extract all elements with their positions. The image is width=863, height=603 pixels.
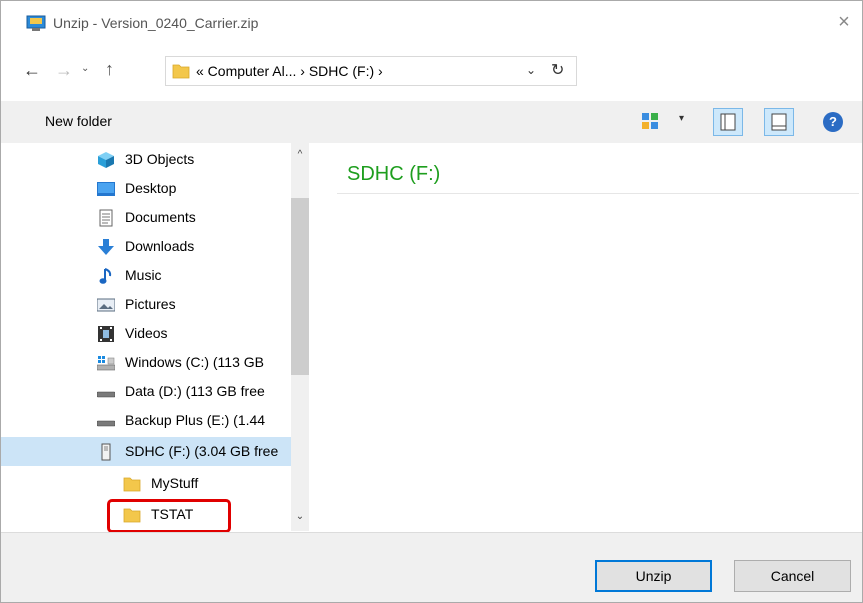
windows-drive-icon [97,356,115,371]
tree-item-label: Windows (C:) (113 GB [125,354,264,370]
content-heading: SDHC (F:) [347,163,441,185]
tree-item-label: SDHC (F:) (3.04 GB free [125,443,279,459]
scroll-up-icon[interactable]: ^ [291,149,309,160]
tree-item-mystuff[interactable]: MyStuff [1,469,291,498]
tree-item-label: Music [125,267,162,283]
address-bar[interactable]: « Computer Al... › SDHC (F:) › ⌄ ↻ [165,56,577,86]
tree-item-pictures[interactable]: Pictures [1,290,291,319]
preview-pane-icon [771,113,787,131]
heading-divider [337,193,859,194]
back-button[interactable]: ← [23,60,41,81]
tree-scrollbar[interactable]: ^ ⌄ [291,143,309,531]
unzip-button[interactable]: Unzip [595,560,712,592]
scrollbar-thumb[interactable] [291,198,309,375]
new-folder-button[interactable]: New folder [45,113,112,129]
up-button[interactable]: ↑ [105,59,114,80]
address-path[interactable]: « Computer Al... › SDHC (F:) › [196,63,383,79]
music-icon [99,268,112,284]
recent-locations-chevron-icon[interactable]: ⌄ [81,63,89,74]
navigation-pane-icon [720,113,736,131]
videos-icon [98,326,114,342]
desktop-icon [97,182,115,196]
cube-icon [98,152,114,168]
download-icon [98,239,114,255]
cancel-button[interactable]: Cancel [734,560,851,592]
toolbar: New folder ▾ ? [1,101,862,143]
drive-icon [97,391,115,398]
tree-item-label: MyStuff [151,475,199,491]
tree-item-label: Data (D:) (113 GB free [125,383,265,399]
navigation-bar: ← → ⌄ ↑ « Computer Al... › SDHC (F:) › ⌄… [1,54,862,88]
views-dropdown-icon[interactable]: ▾ [679,113,684,124]
tree-item-music[interactable]: Music [1,261,291,290]
documents-icon [99,209,113,227]
preview-pane-button[interactable] [764,108,794,136]
close-button[interactable]: × [829,7,859,37]
address-dropdown-icon[interactable]: ⌄ [526,63,536,77]
tree-item-desktop[interactable]: Desktop [1,174,291,203]
change-view-icon[interactable] [641,112,659,130]
tree-item-label: Videos [125,325,168,341]
refresh-icon[interactable]: ↻ [551,60,564,80]
forward-button[interactable]: → [55,60,73,81]
dialog-footer: Unzip Cancel [1,532,862,602]
unzip-dialog: Unzip - Version_0240_Carrier.zip × ← → ⌄… [0,0,863,603]
help-button[interactable]: ? [823,112,843,132]
sd-card-icon [101,443,111,461]
tree-item-label: Pictures [125,296,176,312]
unzip-app-icon [26,15,46,31]
tree-item-label: Desktop [125,180,177,196]
tree-item-3d-objects[interactable]: 3D Objects [1,145,291,174]
tree-item-videos[interactable]: Videos [1,319,291,348]
tree-item-sdhc-drive[interactable]: SDHC (F:) (3.04 GB free [1,437,291,466]
drive-icon [97,420,115,427]
navigation-pane-button[interactable] [713,108,743,136]
tree-item-label: Downloads [125,238,195,254]
window-title: Unzip - Version_0240_Carrier.zip [53,15,259,31]
folder-icon [172,64,190,79]
tree-item-label: 3D Objects [125,151,195,167]
tree-item-documents[interactable]: Documents [1,203,291,232]
title-bar: Unzip - Version_0240_Carrier.zip × [1,1,862,43]
content-pane: SDHC (F:) [319,143,862,531]
navigation-tree: 3D Objects Desktop Documents Downloads M… [1,143,311,531]
tree-item-windows-drive[interactable]: Windows (C:) (113 GB [1,348,291,377]
tree-item-backup-drive[interactable]: Backup Plus (E:) (1.44 [1,406,291,435]
close-icon: × [838,11,850,33]
annotation-highlight [107,499,231,533]
folder-icon [123,477,141,492]
pictures-icon [97,298,115,312]
tree-item-downloads[interactable]: Downloads [1,232,291,261]
scroll-down-icon[interactable]: ⌄ [291,511,309,522]
tree-item-label: Documents [125,209,196,225]
tree-item-data-drive[interactable]: Data (D:) (113 GB free [1,377,291,406]
tree-item-label: Backup Plus (E:) (1.44 [125,412,266,428]
help-icon: ? [829,114,837,129]
